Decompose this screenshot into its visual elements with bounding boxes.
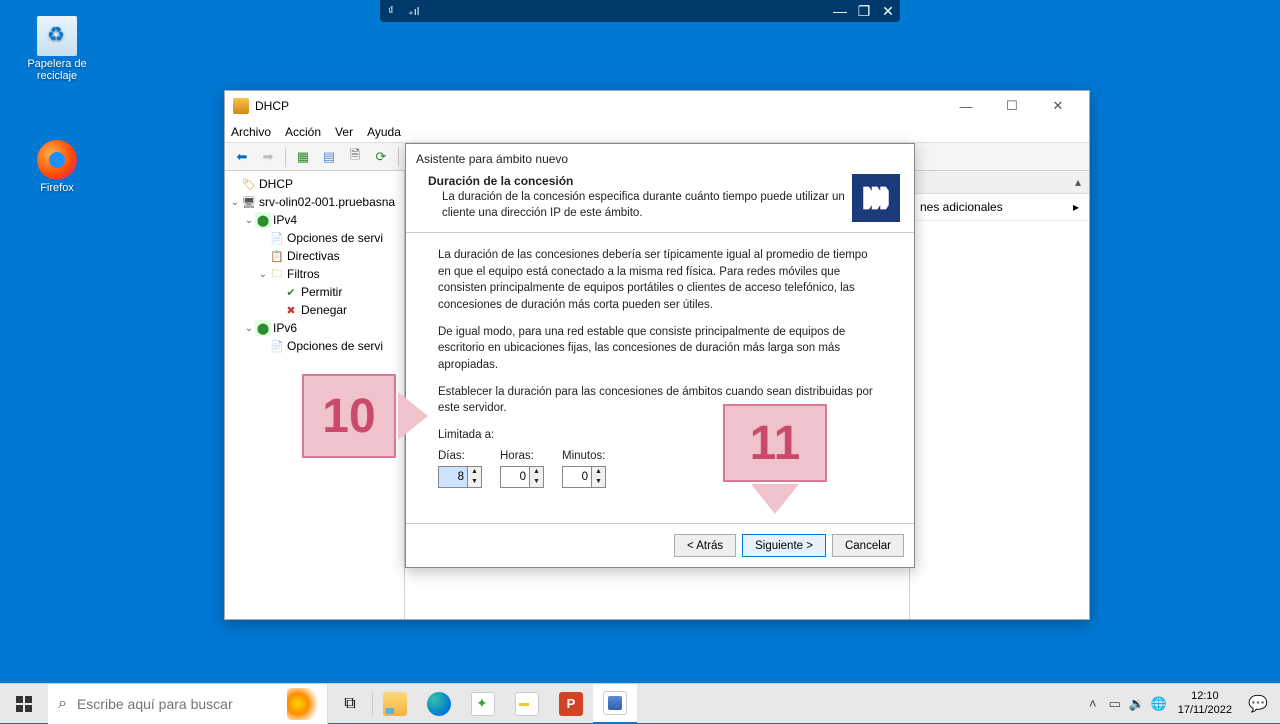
notifications-button[interactable]: 💬 bbox=[1240, 694, 1276, 714]
firefox-label: Firefox bbox=[22, 182, 92, 194]
minutes-down[interactable]: ▼ bbox=[592, 477, 605, 487]
tree-root[interactable]: 🏷DHCP bbox=[229, 175, 400, 193]
firefox-icon[interactable]: Firefox bbox=[22, 140, 92, 194]
new-scope-wizard-dialog: Asistente para ámbito nuevo Duración de … bbox=[405, 143, 915, 568]
forward-button[interactable]: ➡ bbox=[257, 146, 279, 168]
cancel-button[interactable]: Cancelar bbox=[832, 534, 904, 557]
menu-action[interactable]: Acción bbox=[285, 125, 321, 139]
callout-11-arrow bbox=[751, 484, 799, 514]
tree-filters[interactable]: ⌄🗀Filtros bbox=[229, 265, 400, 283]
system-tray: ˄ ▭ 🔉 🌐 12:10 17/11/2022 💬 bbox=[1082, 684, 1280, 724]
tree-server-options[interactable]: 📄Opciones de servi bbox=[229, 229, 400, 247]
remote-minimize-button[interactable]: — bbox=[828, 3, 852, 19]
tree-ipv6[interactable]: ⌄⬤IPv6 bbox=[229, 319, 400, 337]
actions-pane: ▴ nes adicionales▸ bbox=[909, 171, 1089, 619]
wizard-heading: Duración de la concesión bbox=[428, 174, 573, 188]
powerpoint-taskbar[interactable]: P bbox=[549, 684, 593, 724]
dhcp-window-icon bbox=[233, 98, 249, 114]
menu-file[interactable]: Archivo bbox=[231, 125, 271, 139]
tray-battery-icon[interactable]: ▭ bbox=[1104, 696, 1126, 712]
minutes-spinner[interactable]: ▲▼ bbox=[562, 466, 606, 488]
recycle-bin-label: Papelera de reciclaje bbox=[22, 58, 92, 82]
minutes-up[interactable]: ▲ bbox=[592, 467, 605, 477]
wizard-graphic-icon bbox=[852, 174, 900, 222]
search-box[interactable]: ⌕ bbox=[48, 684, 328, 724]
dhcp-taskbar[interactable] bbox=[593, 684, 637, 724]
tray-network-icon[interactable]: 🌐 bbox=[1148, 696, 1170, 712]
wizard-title: Asistente para ámbito nuevo bbox=[406, 144, 914, 174]
days-up[interactable]: ▲ bbox=[468, 467, 481, 477]
minutes-input[interactable] bbox=[563, 467, 591, 487]
tree-deny[interactable]: ✖Denegar bbox=[229, 301, 400, 319]
file-explorer-taskbar[interactable] bbox=[373, 684, 417, 724]
callout-10-arrow bbox=[398, 392, 428, 440]
days-label: Días: bbox=[438, 448, 482, 465]
actions-additional[interactable]: nes adicionales▸ bbox=[910, 194, 1089, 221]
tray-chevron-icon[interactable]: ˄ bbox=[1082, 696, 1104, 711]
recycle-bin-icon[interactable]: Papelera de reciclaje bbox=[22, 16, 92, 82]
maximize-button[interactable]: ☐ bbox=[989, 91, 1035, 121]
days-input[interactable] bbox=[439, 467, 467, 487]
tree-allow[interactable]: ✔Permitir bbox=[229, 283, 400, 301]
tree-server-options-v6[interactable]: 📄Opciones de servi bbox=[229, 337, 400, 355]
hours-spinner[interactable]: ▲▼ bbox=[500, 466, 544, 488]
days-down[interactable]: ▼ bbox=[468, 477, 481, 487]
edge-taskbar[interactable] bbox=[417, 684, 461, 724]
properties-button[interactable]: ▤ bbox=[318, 146, 340, 168]
windows-server-taskbar[interactable] bbox=[461, 684, 505, 724]
search-icon: ⌕ bbox=[58, 695, 67, 713]
refresh-button[interactable]: ⟳ bbox=[370, 146, 392, 168]
remote-restore-button[interactable]: ❐ bbox=[852, 3, 876, 20]
paint-taskbar[interactable] bbox=[505, 684, 549, 724]
export-button[interactable]: 🗎 bbox=[344, 146, 366, 168]
menu-help[interactable]: Ayuda bbox=[367, 125, 401, 139]
search-input[interactable] bbox=[77, 696, 283, 712]
hours-up[interactable]: ▲ bbox=[530, 467, 543, 477]
remote-connection-bar: ₫ ₊ıl — ❐ ✕ bbox=[380, 0, 900, 22]
titlebar[interactable]: DHCP — ☐ ✕ bbox=[225, 91, 1089, 121]
minutes-label: Minutos: bbox=[562, 448, 606, 465]
window-title: DHCP bbox=[255, 99, 289, 113]
show-hide-button[interactable]: ▦ bbox=[292, 146, 314, 168]
back-button[interactable]: ⬅ bbox=[231, 146, 253, 168]
task-view-button[interactable]: ⧉ bbox=[328, 684, 372, 724]
remote-close-button[interactable]: ✕ bbox=[876, 3, 900, 20]
tree-server[interactable]: ⌄🖥srv-olin02-001.pruebasna bbox=[229, 193, 400, 211]
start-button[interactable] bbox=[0, 684, 48, 724]
callout-11: 11 bbox=[723, 404, 827, 482]
tree-policies[interactable]: 📋Directivas bbox=[229, 247, 400, 265]
tray-volume-icon[interactable]: 🔉 bbox=[1126, 696, 1148, 712]
menu-view[interactable]: Ver bbox=[335, 125, 353, 139]
signal-icon: ₊ıl bbox=[408, 5, 419, 18]
wizard-para-1: La duración de las concesiones debería s… bbox=[438, 247, 882, 314]
tray-clock[interactable]: 12:10 17/11/2022 bbox=[1170, 690, 1240, 716]
taskbar: ⌕ ⧉ P ˄ ▭ 🔉 🌐 12:10 17/11/2022 💬 bbox=[0, 683, 1280, 723]
tree-ipv4[interactable]: ⌄⬤IPv4 bbox=[229, 211, 400, 229]
menubar: Archivo Acción Ver Ayuda bbox=[225, 121, 1089, 143]
callout-10: 10 bbox=[302, 374, 396, 458]
wizard-para-2: De igual modo, para una red estable que … bbox=[438, 324, 882, 374]
hours-label: Horas: bbox=[500, 448, 544, 465]
cortana-icon bbox=[287, 688, 323, 720]
actions-header: ▴ bbox=[910, 171, 1089, 194]
days-spinner[interactable]: ▲▼ bbox=[438, 466, 482, 488]
hours-input[interactable] bbox=[501, 467, 529, 487]
pin-icon[interactable]: ₫ bbox=[388, 5, 400, 17]
wizard-subheading: La duración de la concesión especifica d… bbox=[442, 190, 852, 221]
hours-down[interactable]: ▼ bbox=[530, 477, 543, 487]
minimize-button[interactable]: — bbox=[943, 91, 989, 121]
next-button[interactable]: Siguiente > bbox=[742, 534, 826, 557]
close-button[interactable]: ✕ bbox=[1035, 91, 1081, 121]
back-button[interactable]: < Atrás bbox=[674, 534, 736, 557]
